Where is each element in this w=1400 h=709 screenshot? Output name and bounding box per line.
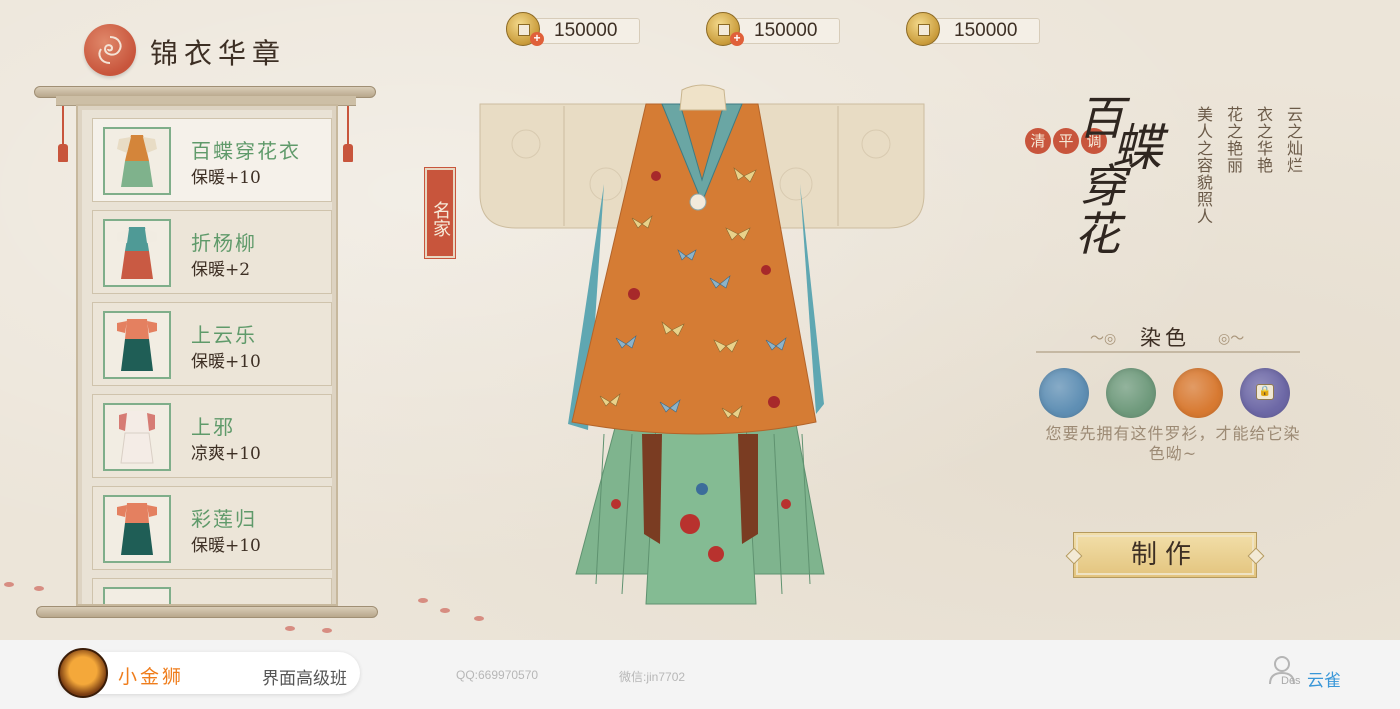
dye-title: 染色 — [1140, 326, 1190, 350]
petal-decoration — [418, 598, 428, 603]
item-name: 百蝶穿花衣 — [191, 139, 301, 163]
copper-coin-icon — [906, 12, 940, 46]
dress-thumbnail-icon — [103, 311, 171, 379]
title-tag: 清 — [1025, 128, 1051, 154]
user-name: 云雀 — [1307, 671, 1341, 691]
wardrobe-list: 百蝶穿花衣 保暖+10 折杨柳 保暖+2 上云乐 保暖+10 上邪 凉爽+10 … — [82, 110, 332, 604]
brand-name: 小金狮 — [118, 666, 185, 688]
app-title: 锦衣华章 — [150, 37, 287, 70]
item-stat: 保暖+2 — [191, 260, 251, 280]
lock-icon: 🔒 — [1256, 384, 1274, 400]
dye-swatch-blue[interactable] — [1039, 368, 1089, 418]
footer-bar: 小金狮 界面高级班 QQ:669970570 微信:jin7702 Des 云雀 — [0, 640, 1400, 709]
wardrobe-item[interactable]: 上邪 凉爽+10 — [92, 394, 332, 478]
petal-decoration — [34, 586, 44, 591]
dye-swatch-green[interactable] — [1106, 368, 1156, 418]
petal-decoration — [474, 616, 484, 621]
scroll-rod-bottom — [36, 606, 378, 618]
dye-swatch-orange[interactable] — [1173, 368, 1223, 418]
wardrobe-item[interactable]: 上云乐 保暖+10 — [92, 302, 332, 386]
currency-display-2[interactable]: + 150000 — [706, 12, 842, 46]
item-name: 上邪 — [191, 415, 235, 439]
title-tag: 平 — [1053, 128, 1079, 154]
item-stat: 保暖+10 — [191, 536, 261, 556]
cloud-ornament-icon: 〜◎ — [1090, 331, 1117, 347]
add-currency-icon[interactable]: + — [730, 32, 744, 46]
item-name: 折杨柳 — [191, 231, 257, 255]
wardrobe-item[interactable]: 百蝶穿花衣 保暖+10 — [92, 118, 332, 202]
make-button[interactable]: 制作 — [1073, 532, 1257, 578]
dress-thumbnail-icon — [103, 495, 171, 563]
cloud-ornament-icon: ◎〜 — [1218, 331, 1245, 347]
item-stat: 保暖+10 — [191, 352, 261, 372]
garment-illustration — [479, 84, 925, 605]
dress-thumbnail-icon — [103, 219, 171, 287]
wardrobe-item[interactable] — [92, 578, 332, 604]
user-label: Des — [1281, 675, 1301, 687]
app-logo-icon — [84, 24, 136, 76]
item-stat: 保暖+10 — [191, 168, 261, 188]
poem-column: 花之艳丽 — [1224, 106, 1243, 174]
item-name: 上云乐 — [191, 323, 257, 347]
petal-decoration — [322, 628, 332, 633]
wardrobe-item[interactable]: 彩莲归 保暖+10 — [92, 486, 332, 570]
wardrobe-list-panel[interactable]: 百蝶穿花衣 保暖+10 折杨柳 保暖+2 上云乐 保暖+10 上邪 凉爽+10 … — [76, 104, 338, 606]
dye-divider — [1036, 351, 1300, 353]
qq-contact: QQ:669970570 — [456, 668, 539, 682]
poem-column: 云之灿烂 — [1284, 106, 1303, 174]
wechat-contact: 微信:jin7702 — [619, 670, 686, 684]
lion-avatar-icon — [58, 648, 108, 698]
item-name: 彩莲归 — [191, 507, 257, 531]
master-badge: 名家 — [424, 167, 456, 259]
dye-hint: 您要先拥有这件罗衫，才能给它染色呦~ — [1045, 424, 1301, 463]
poem-column: 衣之华艳 — [1254, 106, 1273, 174]
wardrobe-item[interactable]: 折杨柳 保暖+2 — [92, 210, 332, 294]
item-stat: 凉爽+10 — [191, 444, 261, 464]
poem-column: 美人之容貌照人 — [1194, 106, 1213, 225]
petal-decoration — [440, 608, 450, 613]
currency-amount: 150000 — [754, 20, 818, 41]
dress-thumbnail-icon — [103, 587, 171, 604]
tassel-decoration — [343, 106, 353, 164]
main-stage: 锦衣华章 + 150000 + 150000 150000 百蝶穿花衣 保暖+1… — [0, 0, 1400, 640]
tassel-decoration — [58, 106, 68, 164]
garment-title-char: 花 — [1074, 207, 1120, 261]
currency-amount: 150000 — [954, 20, 1018, 41]
petal-decoration — [285, 626, 295, 631]
currency-amount: 150000 — [554, 20, 618, 41]
add-currency-icon[interactable]: + — [530, 32, 544, 46]
dress-thumbnail-icon — [103, 403, 171, 471]
petal-decoration — [4, 582, 14, 587]
course-name: 界面高级班 — [262, 669, 347, 689]
dress-thumbnail-icon — [103, 127, 171, 195]
currency-display-3: 150000 — [906, 12, 1042, 46]
currency-display-1[interactable]: + 150000 — [506, 12, 642, 46]
